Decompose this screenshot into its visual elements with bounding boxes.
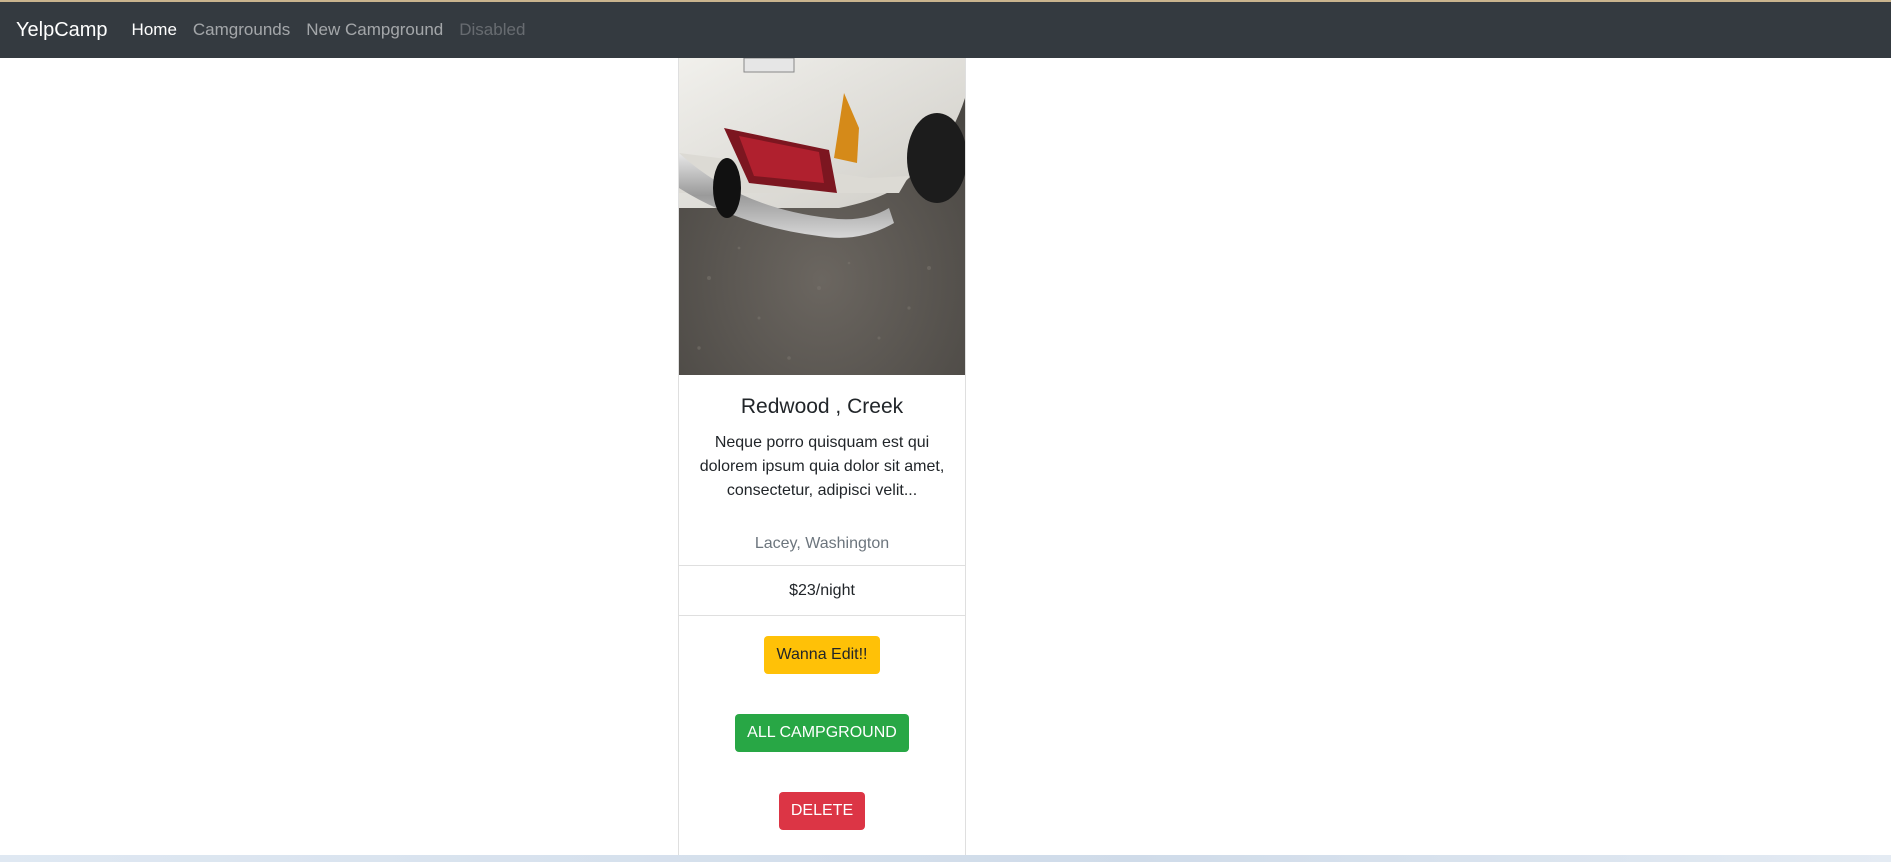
- campground-description: Neque porro quisquam est qui dolorem ips…: [699, 434, 945, 499]
- taskbar-edge: [0, 855, 1891, 862]
- navbar: YelpCamp Home Camgrounds New Campground …: [0, 2, 1891, 58]
- nav-link-home[interactable]: Home: [132, 20, 177, 40]
- brand-logo[interactable]: YelpCamp: [16, 19, 108, 42]
- campground-title: Redwood , Creek: [740, 395, 904, 418]
- nav-link-campgrounds[interactable]: Camgrounds: [193, 20, 290, 40]
- card-actions: Wanna Edit!! ALL CAMPGROUND DELETE: [679, 616, 965, 830]
- edit-button[interactable]: Wanna Edit!!: [764, 636, 880, 674]
- all-campgrounds-button[interactable]: ALL CAMPGROUND: [735, 714, 909, 752]
- campground-price: $23/night: [789, 581, 855, 599]
- campground-image: [679, 58, 965, 375]
- campground-location: Lacey, Washington: [754, 535, 890, 552]
- campground-card: Redwood , Creek Neque porro quisquam est…: [678, 58, 966, 855]
- nav-link-disabled: Disabled: [459, 20, 526, 39]
- card-body: Redwood , Creek Neque porro quisquam est…: [679, 395, 965, 565]
- delete-button[interactable]: DELETE: [778, 792, 866, 830]
- nav-link-new-campground[interactable]: New Campground: [306, 20, 443, 40]
